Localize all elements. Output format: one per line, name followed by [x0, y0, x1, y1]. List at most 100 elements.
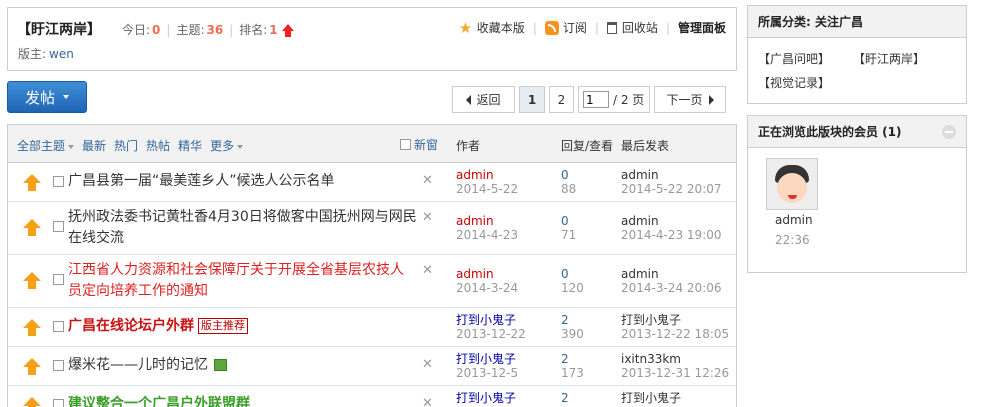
thread-title[interactable]: 广昌县第一届“最美莲乡人”候选人公示名单 [68, 171, 335, 192]
author-link[interactable]: 打到小鬼子 [456, 352, 516, 366]
page-2-link[interactable]: 2 [549, 86, 574, 113]
new-window-toggle[interactable]: 新窗 [400, 136, 438, 153]
moderator-line: 版主: wen [18, 45, 74, 62]
category-link[interactable]: 【盱江两岸】 [853, 50, 948, 74]
topics-count: 36 [206, 22, 224, 37]
reply-stats: 0 120 [561, 267, 584, 295]
new-window-checkbox[interactable] [400, 139, 411, 150]
last-user-link[interactable]: ixitn33km [621, 352, 681, 366]
admin-panel-link[interactable]: 管理面板 [678, 19, 726, 36]
row-checkbox[interactable] [53, 360, 64, 371]
reply-count[interactable]: 2 [561, 391, 569, 405]
recycle-link[interactable]: 回收站 [606, 19, 658, 36]
thread-title[interactable]: 抚州政法委书记黄牡香4月30日将做客中国抚州网与网民 在线交流 [68, 207, 417, 249]
view-count: 71 [561, 228, 577, 242]
thread-title[interactable]: 广昌在线论坛户外群 版主推荐 [68, 316, 248, 337]
thread-title[interactable]: 建议整合一个广昌户外联盟群 [68, 394, 250, 407]
thread-list: 全部主题 最新 热门 热帖 精华 更多 新窗 作者 回复/查看 最后发表 广昌县… [7, 124, 737, 407]
avatar[interactable] [766, 158, 818, 210]
back-button[interactable]: 返回 [452, 86, 515, 113]
top-icon [23, 397, 41, 407]
close-icon[interactable]: ✕ [422, 173, 433, 188]
row-checkbox[interactable] [53, 399, 64, 407]
online-members-box: 正在浏览此版块的会员 (1) admin 22:36 [747, 115, 967, 273]
filter-more[interactable]: 更多 [210, 137, 244, 154]
thread-title[interactable]: 江西省人力资源和社会保障厅关于开展全省基层农技人 员定向培养工作的通知 [68, 260, 404, 302]
online-user-link[interactable]: admin [775, 213, 813, 227]
category-link[interactable]: 【视觉记录】 [758, 74, 853, 98]
author-link[interactable]: admin [456, 267, 494, 281]
last-post: 打到小鬼子 2013-12-22 18:05 [621, 313, 729, 341]
view-count: 88 [561, 182, 577, 196]
next-page-button[interactable]: 下一页 [654, 86, 726, 113]
post-date: 2013-12-22 [456, 327, 526, 341]
author-link[interactable]: admin [456, 214, 494, 228]
recycle-label: 回收站 [621, 21, 658, 35]
last-user-link[interactable]: admin [621, 267, 659, 281]
author-link[interactable]: admin [456, 168, 494, 182]
close-icon[interactable]: ✕ [422, 210, 433, 225]
last-user-link[interactable]: admin [621, 168, 659, 182]
last-time-link[interactable]: 2013-12-31 12:26 [621, 366, 729, 380]
reply-count[interactable]: 2 [561, 352, 569, 366]
chevron-down-icon [63, 95, 69, 99]
row-checkbox[interactable] [53, 221, 64, 232]
forum-header: 【盱江两岸】 今日: 0 | 主题: 36 | 排名: 1 版主: wen ★ 收藏… [7, 7, 737, 71]
post-date: 2014-4-23 [456, 228, 519, 242]
thread-title[interactable]: 爆米花——儿时的记忆 [68, 355, 227, 376]
last-user-link[interactable]: 打到小鬼子 [621, 313, 681, 327]
total-pages: / 2 页 [613, 93, 645, 107]
last-time-link[interactable]: 2013-12-22 18:05 [621, 327, 729, 341]
page-1-link[interactable]: 1 [519, 86, 545, 113]
forum-action-links: ★ 收藏本版 | 订阅 | 回收站 | 管理面板 [458, 18, 726, 37]
next-label: 下一页 [666, 93, 703, 107]
pagination: 返回 1 2 / 2 页 下一页 [452, 86, 726, 113]
last-time-link[interactable]: 2014-3-24 20:06 [621, 281, 722, 295]
row-checkbox[interactable] [53, 274, 64, 285]
reply-count[interactable]: 2 [561, 313, 569, 327]
row-checkbox[interactable] [53, 176, 64, 187]
col-last-post: 最后发表 [621, 139, 670, 153]
reply-count[interactable]: 0 [561, 267, 569, 281]
rank-up-icon [281, 24, 294, 37]
reply-count[interactable]: 0 [561, 168, 569, 182]
filter-digest[interactable]: 精华 [178, 137, 202, 154]
chevron-down-icon [237, 144, 244, 149]
new-post-button[interactable]: 发帖 [7, 81, 87, 113]
last-user-link[interactable]: 打到小鬼子 [621, 391, 681, 405]
top-icon [23, 219, 41, 237]
last-post: admin 2014-5-22 20:07 [621, 168, 722, 196]
reply-stats: 2 [561, 391, 569, 405]
last-time-link[interactable]: 2014-4-23 19:00 [621, 228, 722, 242]
top-icon [23, 174, 41, 192]
post-date: 2013-12-5 [456, 366, 519, 380]
subscribe-label: 订阅 [562, 21, 587, 35]
last-user-link[interactable]: admin [621, 214, 659, 228]
moderator-link[interactable]: wen [49, 47, 74, 61]
close-icon[interactable]: ✕ [422, 357, 433, 372]
page-jump: / 2 页 [578, 86, 650, 113]
reply-stats: 0 71 [561, 214, 576, 242]
reply-count[interactable]: 0 [561, 214, 569, 228]
close-icon[interactable]: ✕ [422, 396, 433, 407]
category-title: 所属分类: 关注广昌 [748, 6, 966, 38]
filter-hot-posts[interactable]: 热帖 [146, 137, 170, 154]
back-label: 返回 [476, 93, 501, 107]
subscribe-link[interactable]: 订阅 [544, 19, 587, 36]
filter-latest[interactable]: 最新 [82, 137, 106, 154]
author-link[interactable]: 打到小鬼子 [456, 313, 516, 327]
chevron-down-icon [68, 144, 75, 149]
chevron-right-icon [708, 94, 714, 105]
favorite-link[interactable]: ★ 收藏本版 [459, 19, 525, 36]
rss-icon [544, 20, 559, 35]
rank-label: 排名: [239, 23, 268, 37]
last-time-link[interactable]: 2014-5-22 20:07 [621, 182, 722, 196]
author-link[interactable]: 打到小鬼子 [456, 391, 516, 405]
category-link[interactable]: 【广昌问吧】 [758, 50, 853, 74]
row-checkbox[interactable] [53, 321, 64, 332]
collapse-icon[interactable] [942, 125, 956, 139]
close-icon[interactable]: ✕ [422, 263, 433, 278]
filter-all[interactable]: 全部主题 [17, 137, 75, 154]
page-jump-input[interactable] [583, 91, 609, 108]
filter-hot[interactable]: 热门 [114, 137, 138, 154]
